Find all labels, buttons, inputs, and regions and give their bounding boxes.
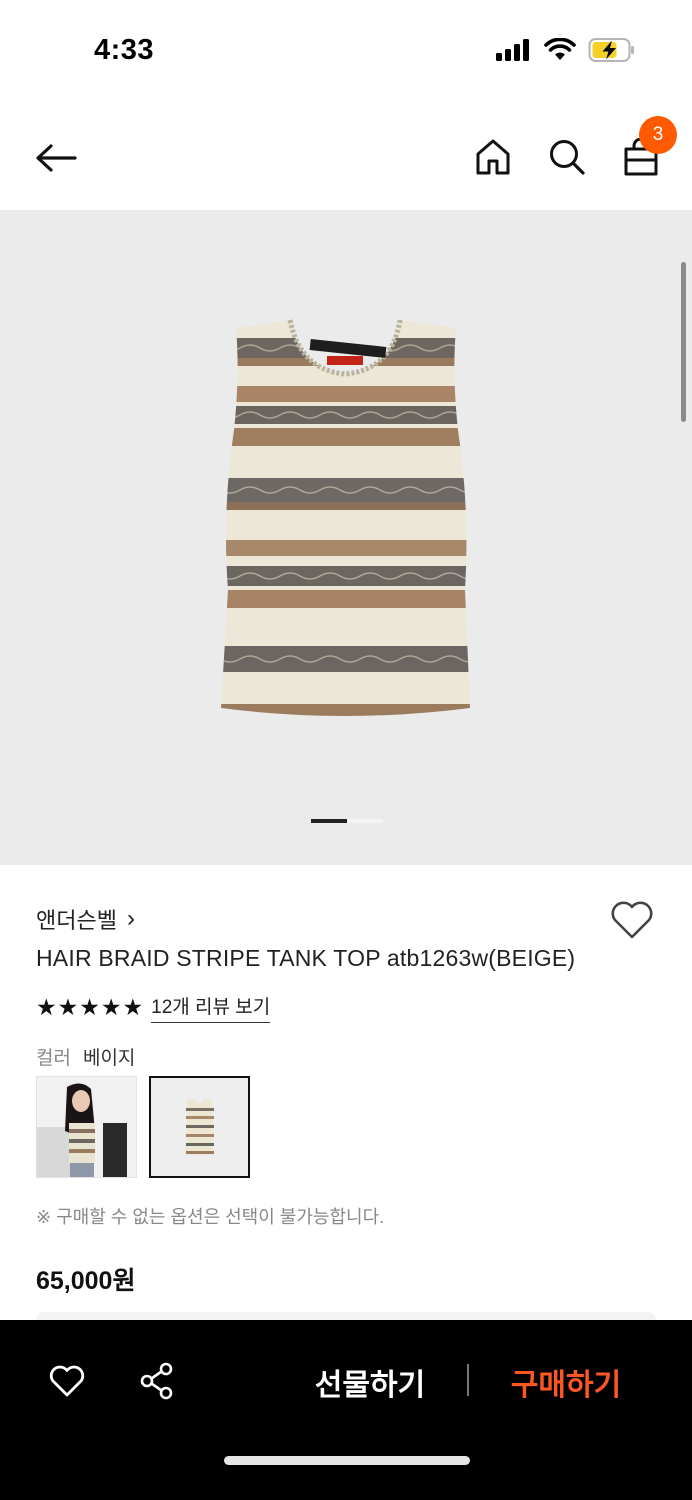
heart-icon [49,1365,85,1397]
cart-count-badge: 3 [639,116,677,154]
search-button[interactable] [542,132,592,182]
star-icon: ★ [36,994,57,1020]
brand-name: 앤더슨벨 [36,908,117,933]
buy-button[interactable]: 구매하기 [496,1360,636,1404]
product-image-gallery[interactable] [0,210,692,865]
rating-stars: ★ ★ ★ ★ ★ [36,996,143,1019]
pager-dot-active [311,819,347,823]
review-link[interactable]: 12개 리뷰 보기 [151,992,271,1023]
chevron-right-icon: › [126,905,135,932]
top-navigation [0,100,692,210]
wishlist-button[interactable] [609,899,655,941]
home-button[interactable] [468,132,518,182]
model-photo-thumbnail [37,1077,136,1177]
scroll-indicator[interactable] [681,262,686,422]
share-button[interactable] [132,1358,182,1404]
product-thumbnail [151,1078,248,1176]
share-icon [140,1362,173,1400]
swatch-model-photo[interactable] [36,1076,137,1178]
bottom-action-bar: 선물하기 구매하기 [0,1320,692,1500]
back-button[interactable] [30,132,82,184]
star-icon: ★ [79,994,100,1020]
star-icon: ★ [100,994,122,1020]
pager-dot [347,819,383,823]
status-icons [496,37,636,63]
option-notice: ※ 구매할 수 없는 옵션은 선택이 불가능합니다. [36,1207,385,1227]
heart-icon [611,901,653,939]
gift-button[interactable]: 선물하기 [300,1360,440,1404]
product-title: HAIR BRAID STRIPE TANK TOP atb1263w(BEIG… [36,945,576,971]
button-divider [467,1364,469,1396]
image-pager [311,819,383,823]
color-value: 베이지 [82,1048,136,1069]
brand-link[interactable]: 앤더슨벨 › [36,903,135,935]
color-option-row: 컬러 베이지 [36,1043,135,1070]
product-price: 65,000원 [36,1267,136,1295]
star-icon: ★ [122,994,144,1020]
status-time: 4:33 [94,34,155,66]
back-arrow-icon [36,144,77,172]
star-icon: ★ [57,994,79,1020]
product-info: 앤더슨벨 › HAIR BRAID STRIPE TANK TOP atb126… [0,865,692,1326]
product-image [221,319,470,716]
battery-charging-icon [588,38,634,62]
color-label: 컬러 [36,1048,71,1069]
status-bar: 4:33 [0,0,692,100]
rating-row: ★ ★ ★ ★ ★ 12개 리뷰 보기 [36,992,271,1023]
home-indicator[interactable] [224,1456,470,1465]
swatch-product-beige[interactable] [149,1076,250,1178]
color-swatches [36,1076,250,1178]
search-icon [550,140,585,175]
bottom-wishlist-button[interactable] [42,1358,92,1404]
home-icon [476,139,510,175]
wifi-icon [544,38,576,60]
cellular-signal-icon [496,39,529,61]
